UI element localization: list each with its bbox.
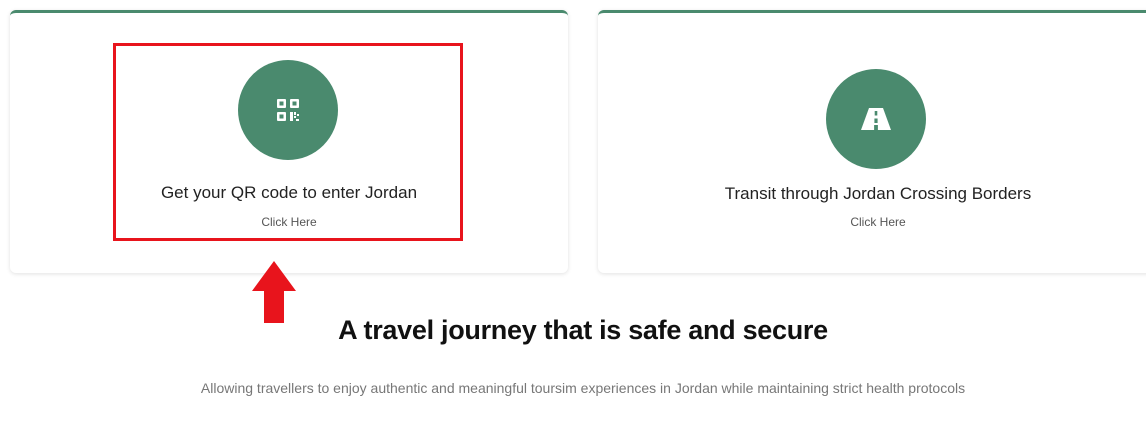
- card-qr-title: Get your QR code to enter Jordan: [160, 183, 418, 202]
- card-qr-click-here-link[interactable]: Click Here: [10, 215, 568, 229]
- card-transit-title: Transit through Jordan Crossing Borders: [724, 184, 1032, 203]
- qr-code-icon-circle[interactable]: [238, 60, 338, 160]
- qr-code-icon: [277, 99, 299, 121]
- red-arrow-icon: [252, 261, 296, 323]
- road-icon: [861, 108, 891, 130]
- card-transit-click-here-link[interactable]: Click Here: [598, 215, 1146, 229]
- section-subtext: Allowing travellers to enjoy authentic a…: [200, 380, 966, 396]
- road-icon-circle[interactable]: [826, 69, 926, 169]
- section-headline: A travel journey that is safe and secure: [338, 315, 828, 345]
- card-transit[interactable]: Transit through Jordan Crossing Borders …: [598, 10, 1146, 273]
- card-qr-code[interactable]: Get your QR code to enter Jordan Click H…: [10, 10, 568, 273]
